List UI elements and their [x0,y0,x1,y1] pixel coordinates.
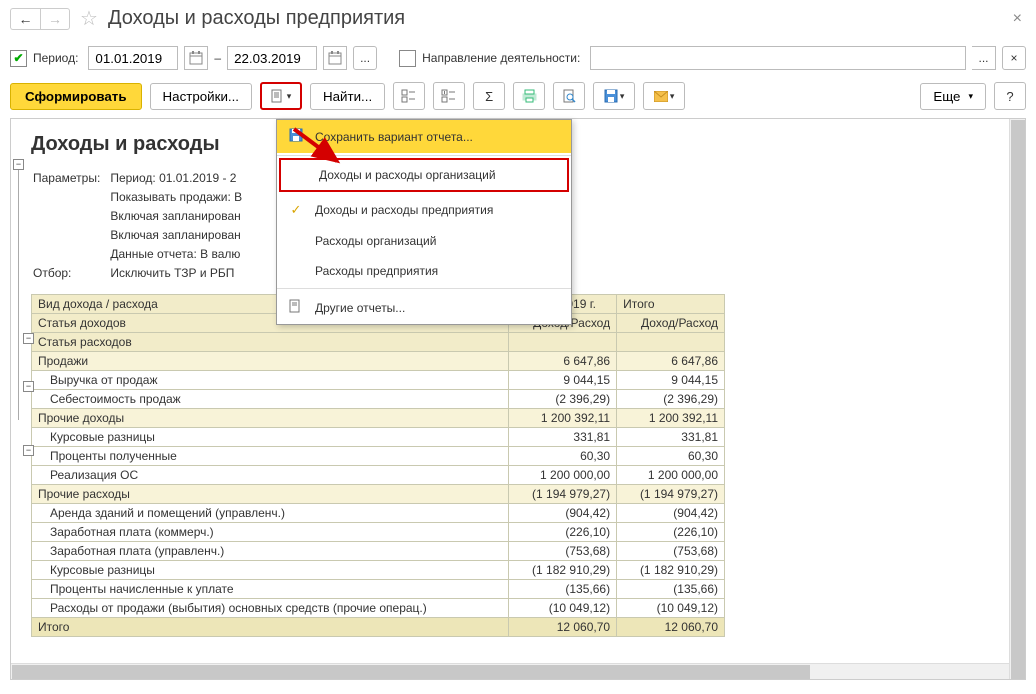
collapse-groups-button[interactable] [433,82,465,110]
table-row[interactable]: Проценты начисленные к уплате(135,66)(13… [32,580,725,599]
report-list-icon [287,299,305,316]
total-value: 12 060,70 [617,618,725,637]
back-button[interactable]: ← [10,8,40,30]
activity-ellipsis-button[interactable]: ... [972,46,996,70]
table-row[interactable]: Проценты полученные60,3060,30 [32,447,725,466]
dropdown-caret-icon: ▾ [287,91,292,102]
menu-other-reports[interactable]: Другие отчеты... [277,291,571,324]
save-button[interactable]: ▾ [593,82,635,110]
report-variant-menu: Сохранить вариант отчета... Доходы и рас… [276,119,572,325]
dropdown-caret-icon: ▾ [620,91,625,102]
menu-ent-expense[interactable]: Расходы предприятия [277,256,571,286]
help-button[interactable]: ? [994,82,1026,110]
dropdown-caret-icon: ▾ [670,91,675,102]
generate-button[interactable]: Сформировать [10,83,142,110]
period-ellipsis-button[interactable]: ... [353,46,377,70]
table-row[interactable]: Курсовые разницы331,81331,81 [32,428,725,447]
floppy-icon [604,89,618,103]
table-row[interactable]: Себестоимость продаж(2 396,29)(2 396,29) [32,390,725,409]
date-to-input[interactable] [227,46,317,70]
col-header: Итого [617,295,725,314]
total-value: 12 060,70 [509,618,617,637]
outline-toggle[interactable]: − [23,445,34,456]
print-button[interactable] [513,82,545,110]
expand-groups-button[interactable] [393,82,425,110]
outline-toggle[interactable]: − [13,159,24,170]
menu-org-income-expense[interactable]: Доходы и расходы организаций [279,158,569,192]
preview-icon [562,89,576,103]
table-row[interactable]: Расходы от продажи (выбытия) основных ср… [32,599,725,618]
outline-toggle[interactable]: − [23,381,34,392]
mail-icon [654,91,668,102]
activity-clear-button[interactable]: × [1002,46,1026,70]
forward-button[interactable]: → [40,8,70,30]
sum-button[interactable]: Σ [473,82,505,110]
outline-toggle[interactable]: − [23,333,34,344]
mail-button[interactable]: ▾ [643,82,685,110]
check-icon: ✓ [287,202,305,218]
date-from-input[interactable] [88,46,178,70]
table-row[interactable]: Курсовые разницы(1 182 910,29)(1 182 910… [32,561,725,580]
report-variant-icon [271,89,285,103]
vertical-scrollbar[interactable] [1009,119,1025,679]
more-button[interactable]: Еще▾ [920,83,986,110]
table-row[interactable]: Заработная плата (управленч.)(753,68)(75… [32,542,725,561]
find-button[interactable]: Найти... [310,83,385,110]
settings-button[interactable]: Настройки... [150,83,252,110]
close-button[interactable]: × [1013,10,1022,28]
table-row[interactable]: Прочие доходы1 200 392,111 200 392,11 [32,409,725,428]
total-label: Итого [32,618,509,637]
menu-save-variant[interactable]: Сохранить вариант отчета... [277,120,571,153]
table-row[interactable]: Продажи6 647,866 647,86 [32,352,725,371]
date-dash: – [214,51,221,65]
activity-input[interactable] [590,46,966,70]
table-row[interactable]: Выручка от продаж9 044,159 044,15 [32,371,725,390]
printer-icon [522,89,537,103]
report-data-table: Вид дохода / расхода Январь 2019 г. Итог… [31,294,725,637]
table-row[interactable]: Прочие расходы(1 194 979,27)(1 194 979,2… [32,485,725,504]
report-variant-dropdown-button[interactable]: ▾ [260,82,302,110]
table-row[interactable]: Заработная плата (коммерч.)(226,10)(226,… [32,523,725,542]
floppy-small-icon [287,128,305,145]
subheader: Статья расходов [32,333,509,352]
page-title: Доходы и расходы предприятия [108,7,405,30]
preview-button[interactable] [553,82,585,110]
horizontal-scrollbar[interactable] [11,663,1009,679]
activity-checkbox[interactable] [399,50,416,67]
menu-org-expense[interactable]: Расходы организаций [277,226,571,256]
favorite-star-icon[interactable]: ☆ [80,6,98,31]
table-row[interactable]: Аренда зданий и помещений (управленч.)(9… [32,504,725,523]
calendar-from-button[interactable] [184,46,208,70]
period-checkbox[interactable]: ✔ [10,50,27,67]
period-label: Период: [33,51,78,65]
menu-ent-income-expense[interactable]: ✓ Доходы и расходы предприятия [277,194,571,226]
calendar-to-button[interactable] [323,46,347,70]
activity-label: Направление деятельности: [422,51,580,65]
subheader: Доход/Расход [617,314,725,333]
table-row[interactable]: Реализация ОС1 200 000,001 200 000,00 [32,466,725,485]
report-parameters: Параметры:Период: 01.01.2019 - 2 Показыв… [31,168,252,284]
